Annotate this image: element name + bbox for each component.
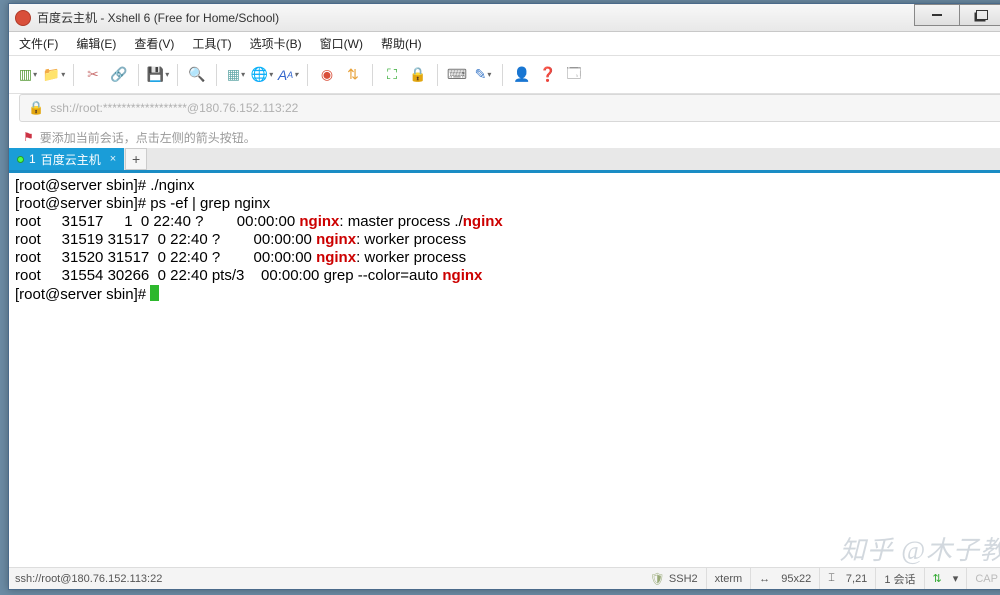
menu-view[interactable]: 查看(V) [130, 33, 178, 54]
transfer-button[interactable]: ⇅ [342, 64, 364, 86]
hint-bar: ⚑ 要添加当前会话，点击左侧的箭头按钮。 [9, 126, 1000, 148]
tab-label: 百度云主机 [41, 151, 101, 168]
status-size: 95x22 [781, 573, 811, 585]
app-window: 百度云主机 - Xshell 6 (Free for Home/School) … [8, 3, 1000, 590]
terminal-line: [root@server sbin]# ./nginx [15, 177, 1000, 195]
open-folder-button[interactable]: 📁▾ [43, 64, 65, 86]
new-session-button[interactable]: ▥▾ [17, 64, 39, 86]
title-bar[interactable]: 百度云主机 - Xshell 6 (Free for Home/School) [9, 4, 1000, 32]
menu-help[interactable]: 帮助(H) [377, 33, 426, 54]
link-button[interactable]: 🔗 [108, 64, 130, 86]
tray-arrow-icon[interactable]: ▾ [953, 572, 959, 585]
highlighter-button[interactable]: ✎▾ [472, 64, 494, 86]
terminal-line: root 31520 31517 0 22:40 ? 00:00:00 ngin… [15, 249, 1000, 267]
terminal-line: root 31519 31517 0 22:40 ? 00:00:00 ngin… [15, 231, 1000, 249]
record-icon[interactable]: ◉ [316, 64, 338, 86]
tab-close-icon[interactable]: × [110, 153, 116, 165]
menu-file[interactable]: 文件(F) [15, 33, 62, 54]
minimize-button[interactable] [914, 4, 960, 26]
globe-button[interactable]: 🌐▾ [251, 64, 273, 86]
flag-icon: ⚑ [23, 130, 34, 144]
properties-button[interactable]: ▦▾ [225, 64, 247, 86]
terminal-pane[interactable]: [root@server sbin]# ./nginx[root@server … [9, 173, 1000, 569]
window-title: 百度云主机 - Xshell 6 (Free for Home/School) [37, 9, 1000, 26]
address-bar[interactable]: 🔒 ssh://root:******************@180.76.1… [19, 94, 1000, 122]
cut-button[interactable]: ✂ [82, 64, 104, 86]
terminal-line: root 31554 30266 0 22:40 pts/3 00:00:00 … [15, 267, 1000, 285]
tab-strip: 1 百度云主机 × + ◂ ▸ ▾ [9, 148, 1000, 173]
status-proto: SSH2 [669, 573, 698, 585]
status-connection: ssh://root@180.76.152.113:22 [15, 573, 642, 585]
font-button[interactable]: AA▾ [277, 64, 299, 86]
save-button[interactable]: 💾▾ [147, 64, 169, 86]
keyboard-button[interactable]: ⌨ [446, 64, 468, 86]
info-button[interactable]: 🗔 [563, 64, 585, 86]
menu-bar: 文件(F) 编辑(E) 查看(V) 工具(T) 选项卡(B) 窗口(W) 帮助(… [9, 32, 1000, 56]
tab-index: 1 [29, 152, 36, 166]
shield-icon: 🛡 [650, 572, 665, 586]
status-pos: 7,21 [846, 573, 867, 585]
signal-icon: ⇅ [933, 572, 942, 585]
status-bar: ssh://root@180.76.152.113:22 🛡 SSH2 xterm… [9, 567, 1000, 589]
maximize-button[interactable] [959, 4, 1000, 26]
address-text: ssh://root:******************@180.76.152… [50, 101, 1000, 115]
toolbar: ▥▾ 📁▾ ✂ 🔗 💾▾ 🔍 ▦▾ 🌐▾ AA▾ ◉ ⇅ ⛶ 🔒 ⌨ ✎▾ 👤 … [9, 56, 1000, 94]
resize-icon: ↔ [759, 573, 770, 585]
cursor-icon: ⌶ [828, 572, 835, 585]
terminal-line: [root@server sbin]# ps -ef | grep nginx [15, 195, 1000, 213]
terminal-line: [root@server sbin]# [15, 285, 1000, 304]
menu-tools[interactable]: 工具(T) [188, 33, 235, 54]
status-emulation: xterm [706, 568, 751, 589]
status-sessions: 1 会话 [875, 568, 923, 589]
hint-text: 要添加当前会话，点击左侧的箭头按钮。 [40, 129, 256, 146]
terminal-line: root 31517 1 0 22:40 ? 00:00:00 nginx: m… [15, 213, 1000, 231]
expand-button[interactable]: ⛶ [381, 64, 403, 86]
session-tab[interactable]: 1 百度云主机 × [9, 148, 124, 170]
status-cap: CAP [966, 568, 1000, 589]
status-dot-icon [17, 156, 24, 163]
menu-tabs[interactable]: 选项卡(B) [246, 33, 306, 54]
user-button[interactable]: 👤 [511, 64, 533, 86]
menu-window[interactable]: 窗口(W) [316, 33, 367, 54]
menu-edit[interactable]: 编辑(E) [72, 33, 120, 54]
help-button[interactable]: ❓ [537, 64, 559, 86]
app-icon [15, 10, 31, 26]
lock-icon: 🔒 [28, 100, 44, 116]
new-tab-button[interactable]: + [125, 148, 147, 170]
search-button[interactable]: 🔍 [186, 64, 208, 86]
lock-button[interactable]: 🔒 [407, 64, 429, 86]
